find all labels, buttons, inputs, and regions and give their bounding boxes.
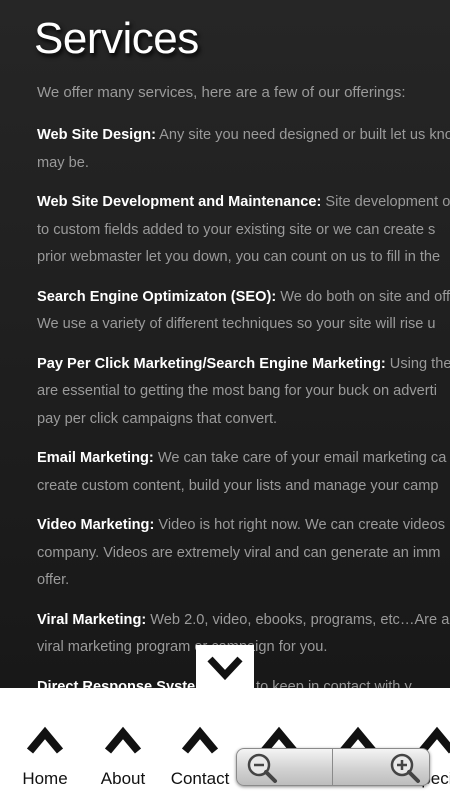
service-text: Using the s	[389, 355, 450, 372]
service-text: Site development of	[321, 194, 450, 210]
service-text: Web 2.0, video, ebooks, programs, etc…Ar…	[146, 611, 450, 628]
service-heading: Web Site Design:	[37, 127, 156, 143]
zoom-in-button[interactable]	[333, 749, 428, 785]
intro-text: We offer many services, here are a few o…	[37, 84, 406, 101]
menu-toggle-button[interactable]	[196, 645, 254, 691]
service-ppc: Pay Per Click Marketing/Search Engine Ma…	[37, 351, 450, 434]
service-text: create custom content, build your lists …	[37, 477, 439, 494]
service-heading: Email Marketing:	[37, 450, 154, 466]
service-text: Video is hot right now. We can create vi…	[154, 517, 446, 533]
service-text: may be.	[37, 154, 89, 171]
zoom-controls	[236, 748, 430, 786]
service-video-marketing: Video Marketing: Video is hot right now.…	[37, 512, 450, 595]
nav-item-about[interactable]: About	[84, 688, 162, 800]
services-list: Web Site Design: Any site you need desig…	[37, 122, 450, 690]
service-heading: Search Engine Optimizaton (SEO):	[37, 288, 277, 305]
service-email-marketing: Email Marketing: We can take care of you…	[37, 445, 450, 500]
chevron-up-icon	[26, 726, 64, 754]
zoom-out-icon	[247, 753, 277, 783]
chevron-up-icon	[104, 726, 142, 754]
nav-item-contact[interactable]: Contact	[161, 688, 239, 800]
service-seo: Search Engine Optimizaton (SEO): We do b…	[37, 284, 450, 339]
service-text: pay per click campaigns that convert.	[37, 410, 278, 427]
service-text: We do both on site and off	[276, 288, 450, 305]
services-page: Services We offer many services, here ar…	[0, 0, 450, 690]
nav-item-label: About	[100, 769, 146, 788]
nav-item-label: Contact	[170, 769, 230, 788]
service-text: offer.	[37, 572, 70, 588]
service-web-site-development: Web Site Development and Maintenance: Si…	[37, 189, 450, 272]
service-text: company. Videos are extremely viral and …	[37, 544, 441, 561]
nav-item-home[interactable]: Home	[6, 688, 84, 800]
service-text: are essential to getting the most bang f…	[37, 383, 437, 399]
page-title: Services	[34, 14, 199, 63]
service-text: We can take care of your email marketing…	[153, 450, 447, 466]
service-text: prior webmaster let you down, you can co…	[37, 249, 441, 265]
service-text: to custom fields added to your existing …	[37, 221, 436, 238]
service-text: We use a variety of different techniques…	[37, 316, 436, 332]
nav-item-label: Home	[22, 769, 68, 788]
service-heading: Pay Per Click Marketing/Search Engine Ma…	[37, 355, 386, 372]
service-heading: Web Site Development and Maintenance:	[37, 194, 322, 210]
service-web-site-design: Web Site Design: Any site you need desig…	[37, 122, 450, 177]
service-heading: Viral Marketing:	[37, 611, 147, 628]
service-text: Any site you need designed or built let …	[155, 127, 450, 143]
chevron-up-icon	[181, 726, 219, 754]
zoom-out-button[interactable]	[237, 749, 332, 785]
service-heading: Video Marketing:	[37, 517, 155, 533]
zoom-in-icon	[390, 753, 420, 783]
chevron-down-icon	[207, 656, 243, 681]
